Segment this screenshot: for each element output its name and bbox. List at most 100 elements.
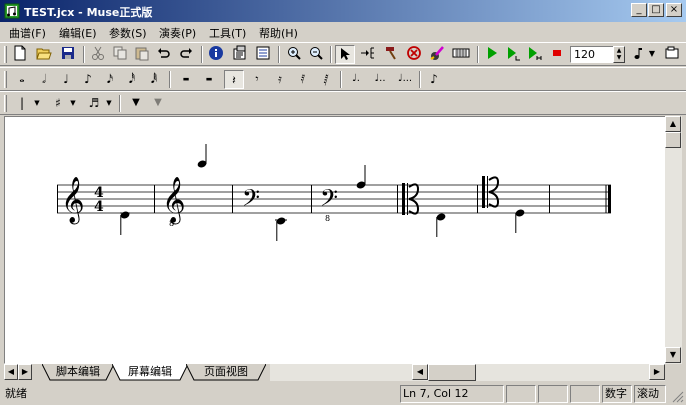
half-rest-icon[interactable]: ▬ (199, 70, 219, 89)
insert-icon[interactable] (358, 45, 378, 64)
vertical-scroll-thumb[interactable] (665, 132, 681, 148)
undo-icon[interactable] (154, 45, 174, 64)
barline-dropdown-icon[interactable]: ▼ (32, 94, 42, 113)
menu-tools[interactable]: 工具(T) (209, 25, 246, 41)
sixtyfourth-rest-icon[interactable]: 𝅁 (316, 70, 336, 89)
status-bar: 就绪 Ln 7, Col 12 数字 滚动 (0, 383, 686, 405)
dot-single-icon[interactable]: ♩. (346, 70, 366, 89)
paste-icon[interactable] (132, 45, 152, 64)
toolbar-separator (278, 46, 280, 63)
toolbar-separator (477, 46, 479, 63)
print-icon[interactable] (662, 45, 682, 64)
stop-circle-icon[interactable] (404, 45, 424, 64)
status-scroll: 滚动 (634, 385, 666, 403)
list-icon[interactable] (253, 45, 273, 64)
whole-note-icon[interactable]: 𝅝 (12, 70, 32, 89)
thirtysecond-rest-icon[interactable]: 𝅀 (293, 70, 313, 89)
toolbar-grip[interactable] (4, 46, 7, 63)
toolbar-grip[interactable] (4, 71, 7, 88)
eighth-note-icon[interactable]: ♪ (78, 70, 98, 89)
new-file-icon[interactable] (10, 45, 30, 64)
tempo-spinner[interactable]: ▲ ▼ (613, 46, 625, 63)
minimize-button[interactable]: _ (631, 3, 647, 17)
dropdown-arrow-icon[interactable]: ▼ (647, 45, 657, 64)
marker-down-disabled-icon[interactable]: ▼ (148, 94, 168, 113)
status-num: 数字 (602, 385, 632, 403)
vertical-scrollbar[interactable]: ▲ ▼ (665, 116, 682, 364)
window-title: TEST.jcx - Muse正式版 (24, 6, 153, 19)
sixteenth-rest-icon[interactable]: 𝄿 (270, 70, 290, 89)
menu-score[interactable]: 曲谱(F) (9, 25, 46, 41)
quarter-note-icon[interactable]: ♩ (56, 70, 76, 89)
misc-toolbar: | ▼ ♯ ▼ ♬ ▼ ▼ ▼ (0, 91, 686, 115)
sixteenth-note-icon[interactable]: 𝅘𝅥𝅯 (100, 70, 120, 89)
hammer-icon[interactable] (381, 45, 401, 64)
menu-help[interactable]: 帮助(H) (259, 25, 298, 41)
treble-clef-icon: 𝄞 (61, 177, 85, 225)
barline-icon[interactable]: | (12, 94, 32, 113)
status-empty-3 (570, 385, 600, 403)
tab-scroll-right-icon[interactable]: ▶ (18, 364, 32, 380)
menu-edit[interactable]: 编辑(E) (59, 25, 97, 41)
bass-clef-8vb-icon: 𝄢 (320, 184, 338, 217)
dot-double-icon[interactable]: ♩.. (368, 70, 392, 89)
accidental-dropdown-icon[interactable]: ▼ (68, 94, 78, 113)
menu-bar: 曲谱(F) 编辑(E) 参数(S) 演奏(P) 工具(T) 帮助(H) (0, 22, 686, 42)
close-button[interactable]: × (666, 3, 682, 17)
sixtyfourth-note-icon[interactable]: 𝅘𝅥𝅱 (144, 70, 164, 89)
tab-scroll-left-icon[interactable]: ◀ (4, 364, 18, 380)
horizontal-scroll-thumb[interactable] (428, 364, 476, 381)
scroll-right-icon[interactable]: ▶ (649, 364, 665, 380)
pointer-icon[interactable] (335, 45, 355, 64)
tuplet-icon[interactable]: ♬ (84, 94, 104, 113)
zoom-out-icon[interactable] (306, 45, 326, 64)
toolbar-grip[interactable] (4, 95, 7, 112)
properties-icon[interactable] (230, 45, 250, 64)
redo-icon[interactable] (176, 45, 196, 64)
cut-icon[interactable] (88, 45, 108, 64)
sharp-icon[interactable]: ♯ (48, 94, 68, 113)
scroll-up-icon[interactable]: ▲ (665, 116, 681, 132)
thirtysecond-note-icon[interactable]: 𝅘𝅥𝅰 (122, 70, 142, 89)
octave-mark: 8 (325, 214, 330, 223)
open-folder-icon[interactable] (34, 45, 54, 64)
menu-play[interactable]: 演奏(P) (159, 25, 196, 41)
note-toolbar: 𝅝 𝅗𝅥 ♩ ♪ 𝅘𝅥𝅯 𝅘𝅥𝅰 𝅘𝅥𝅱 ▬ ▬ 𝄽 𝄾 𝄿 𝅀 𝅁 ♩. ♩.… (0, 67, 686, 91)
grace-note-icon[interactable]: ♪ (424, 70, 444, 89)
status-empty-2 (538, 385, 568, 403)
title-bar[interactable]: TEST.jcx - Muse正式版 _ □ × (0, 0, 686, 22)
play-icon[interactable] (482, 45, 502, 64)
toolbar-separator (330, 46, 332, 63)
scroll-left-icon[interactable]: ◀ (412, 364, 428, 380)
tempo-spin-down[interactable]: ▼ (617, 54, 622, 61)
tab-screen-edit[interactable]: 屏幕编辑 (112, 364, 188, 381)
whole-rest-icon[interactable]: ▬ (176, 70, 196, 89)
play-here-icon[interactable] (524, 45, 544, 64)
toolbar-separator (201, 46, 203, 63)
maximize-button[interactable]: □ (648, 3, 664, 17)
horizontal-scrollbar[interactable]: ◀ ▶ (270, 364, 665, 381)
quarter-rest-icon[interactable]: 𝄽 (224, 70, 244, 89)
copy-icon[interactable] (110, 45, 130, 64)
size-grip-icon[interactable] (670, 389, 684, 403)
tab-script-edit[interactable]: 脚本编辑 (42, 364, 114, 381)
tab-page-view[interactable]: 页面视图 (186, 364, 266, 381)
note-tool-icon[interactable] (628, 45, 648, 64)
save-icon[interactable] (58, 45, 78, 64)
tuplet-dropdown-icon[interactable]: ▼ (104, 94, 114, 113)
pen-edit-icon[interactable] (427, 45, 447, 64)
half-note-icon[interactable]: 𝅗𝅥 (34, 70, 54, 89)
play-from-icon[interactable] (503, 45, 523, 64)
info-icon[interactable] (206, 45, 226, 64)
scroll-down-icon[interactable]: ▼ (665, 347, 681, 363)
eighth-rest-icon[interactable]: 𝄾 (247, 70, 267, 89)
dot-triple-icon[interactable]: ♩... (392, 70, 418, 89)
marker-down-icon[interactable]: ▼ (126, 94, 146, 113)
zoom-in-icon[interactable] (284, 45, 304, 64)
score-canvas[interactable]: 𝄞 4 4 𝄞 8 𝄢 𝄢 8 (4, 116, 666, 364)
status-empty-1 (506, 385, 536, 403)
keyboard-icon[interactable] (450, 45, 472, 64)
tempo-spin-up[interactable]: ▲ (617, 47, 622, 54)
menu-params[interactable]: 参数(S) (109, 25, 147, 41)
record-stop-icon[interactable] (547, 45, 567, 64)
